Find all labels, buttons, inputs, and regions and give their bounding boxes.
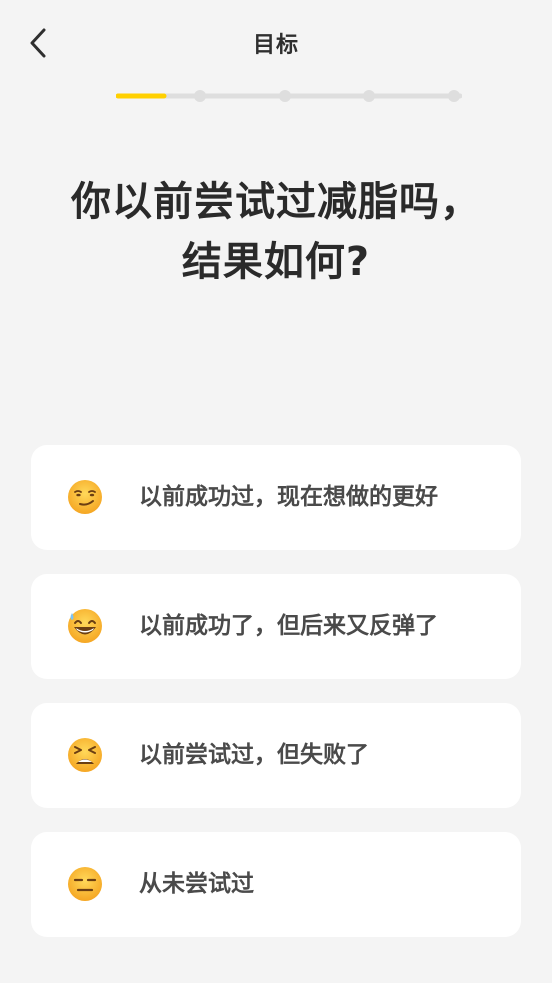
option-label: 以前成功了，但后来又反弹了 bbox=[139, 613, 438, 639]
expressionless-face-icon bbox=[68, 867, 102, 901]
progress-step-dot-5 bbox=[448, 90, 460, 102]
progress-step-dot-3 bbox=[279, 90, 291, 102]
page-title: 目标 bbox=[252, 33, 299, 58]
answer-options: 以前成功过，现在想做的更好 以前成功了，但后来又反弹了 以前尝试过，但失败了 从… bbox=[31, 445, 521, 961]
option-label: 以前成功过，现在想做的更好 bbox=[139, 484, 438, 510]
option-never-tried[interactable]: 从未尝试过 bbox=[31, 832, 521, 937]
progress-indicator bbox=[115, 88, 463, 102]
option-succeeded-want-better[interactable]: 以前成功过，现在想做的更好 bbox=[31, 445, 521, 550]
question-line-1: 你以前尝试过减脂吗， bbox=[71, 179, 481, 225]
option-succeeded-rebounded[interactable]: 以前成功了，但后来又反弹了 bbox=[31, 574, 521, 679]
header: 目标 bbox=[0, 0, 552, 90]
progress-step-dot-4 bbox=[363, 90, 375, 102]
option-label: 从未尝试过 bbox=[139, 871, 254, 897]
question-heading: 你以前尝试过减脂吗， 结果如何? bbox=[0, 172, 552, 292]
smirking-face-icon bbox=[68, 480, 102, 514]
tired-face-icon bbox=[68, 738, 102, 772]
option-label: 以前尝试过，但失败了 bbox=[139, 742, 369, 768]
progress-step-dot-2 bbox=[194, 90, 206, 102]
question-line-2: 结果如何? bbox=[181, 239, 371, 285]
option-tried-failed[interactable]: 以前尝试过，但失败了 bbox=[31, 703, 521, 808]
grinning-face-with-sweat-icon bbox=[68, 609, 102, 643]
